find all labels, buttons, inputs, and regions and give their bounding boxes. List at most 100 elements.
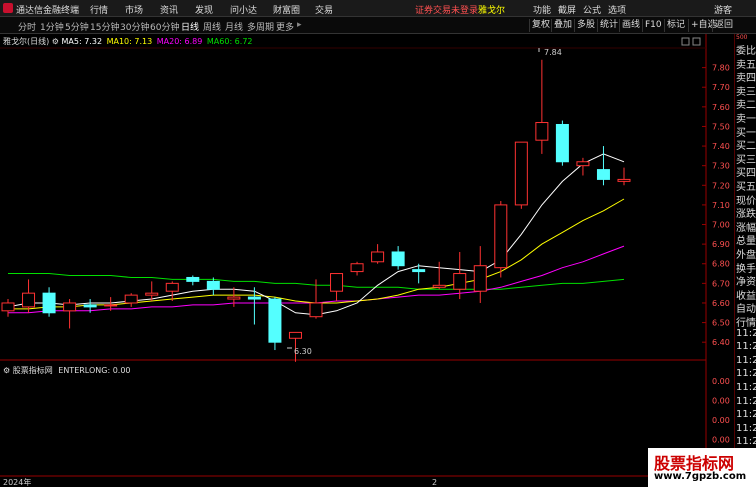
candle-body-down: [83, 304, 97, 308]
candle-body-up: [453, 273, 467, 290]
tool-back[interactable]: 返回: [712, 19, 735, 32]
login-status[interactable]: 证券交易未登录: [415, 3, 478, 16]
indicator-legend: ⚙ 股票指标网 ENTERLONG: 0.00: [3, 365, 131, 376]
more-chevron-icon[interactable]: ▸: [297, 20, 302, 30]
indicator-gear-icon[interactable]: ⚙: [3, 366, 10, 375]
y-tick-label: 6.40: [712, 338, 730, 347]
candle-body-up: [432, 284, 446, 288]
candle-body-up: [330, 273, 344, 292]
chart-corner-controls[interactable]: [681, 37, 701, 46]
candle-body-down: [555, 123, 569, 163]
period-30min[interactable]: 30分钟: [120, 20, 149, 33]
candle-body-up: [350, 263, 364, 273]
side-panel-tag: 500: [736, 34, 748, 41]
candle-body-down: [412, 269, 426, 273]
tool-stats[interactable]: 统计: [597, 19, 620, 32]
y-tick-label: 6.70: [712, 279, 730, 288]
period-monthly[interactable]: 月线: [225, 20, 243, 33]
period-60min[interactable]: 60分钟: [150, 20, 179, 33]
menu-ask[interactable]: 问小达: [230, 3, 257, 16]
side-panel-item: 11:29: [736, 327, 756, 339]
low-price-label: 6.30: [294, 347, 312, 356]
price-axis: 6.40 6.50 6.60 6.70 6.80 6.90 7.00 7.10 7.20 7.30…: [712, 64, 730, 348]
candle-body-down: [42, 292, 56, 314]
tool-mark[interactable]: 标记: [664, 19, 687, 32]
y-tick-label: 6.80: [712, 260, 730, 269]
period-intraday[interactable]: 分时: [18, 20, 36, 33]
side-panel-item: 11:29: [736, 422, 756, 434]
side-panel-item: 11:29: [736, 436, 756, 448]
menu-market[interactable]: 市场: [125, 3, 143, 16]
app-title: 通达信金融终端: [16, 6, 80, 16]
indicator-tick-label: 0.00: [712, 377, 730, 386]
tool-multi-stock[interactable]: 多股: [574, 19, 597, 32]
candle-body-down: [247, 296, 261, 300]
candle-body-up: [617, 178, 631, 182]
ma5-label: MA5: 7.32: [61, 37, 103, 46]
indicator-tick-label: 0.00: [712, 416, 730, 425]
app-logo-icon: [3, 3, 13, 13]
candle-body-up: [104, 304, 118, 307]
menu-screenshot[interactable]: 截屏: [558, 3, 576, 16]
y-tick-label: 7.50: [712, 122, 730, 131]
y-tick-label: 7.30: [712, 162, 730, 171]
period-5min[interactable]: 5分钟: [65, 20, 89, 33]
period-more[interactable]: 更多: [276, 20, 294, 33]
menu-news[interactable]: 资讯: [160, 3, 178, 16]
side-panel-item: 11:29: [736, 354, 756, 366]
tool-draw[interactable]: 画线: [619, 19, 642, 32]
y-tick-label: 6.60: [712, 299, 730, 308]
chart-axes: [0, 34, 734, 477]
x-axis-year: 2024年: [3, 477, 31, 487]
x-axis-month: 2: [432, 478, 437, 487]
candle-body-up: [535, 122, 549, 141]
candle-body-up: [145, 292, 159, 296]
user-guest[interactable]: 游客: [714, 3, 732, 16]
menu-formula[interactable]: 公式: [583, 3, 601, 16]
side-panel-item: 11:29: [736, 395, 756, 407]
tool-f10[interactable]: F10: [642, 19, 664, 32]
menu-function[interactable]: 功能: [533, 3, 551, 16]
period-weekly[interactable]: 周线: [203, 20, 221, 33]
candle-body-up: [63, 302, 77, 312]
y-tick-label: 7.60: [712, 103, 730, 112]
candle-body-down: [186, 276, 200, 282]
tool-overlay[interactable]: 叠加: [551, 19, 574, 32]
y-tick-label: 7.10: [712, 201, 730, 210]
candle-body-down: [596, 169, 610, 180]
y-gridlines: [702, 67, 706, 343]
candle-body-up: [473, 265, 487, 292]
candle-body-up: [165, 282, 179, 292]
candle-body-up: [514, 141, 528, 206]
candle-body-up: [309, 302, 323, 318]
maximize-icon[interactable]: [692, 37, 701, 46]
menu-wealth[interactable]: 财富圈: [273, 3, 300, 16]
candle-body-down: [268, 298, 282, 343]
candle-body-up: [494, 204, 508, 269]
period-multi[interactable]: 多周期: [247, 20, 274, 33]
y-tick-label: 7.00: [712, 221, 730, 230]
quote-side-panel: 500 委比 卖五 卖四 卖三 卖二 卖一 买一 买二 买三 买四 买五 现价 涨跌 涨幅 总量 外盘 换手 净资…: [734, 34, 756, 487]
watermark: 股票指标网 www.7gpzb.com: [648, 448, 756, 487]
candle-body-up: [1, 302, 15, 312]
kline-chart[interactable]: 6.40 6.50 6.60 6.70 6.80 6.90 7.00 7.10 7.20 7.30…: [0, 34, 756, 487]
menu-options[interactable]: 选项: [608, 3, 626, 16]
menu-trade[interactable]: 交易: [315, 3, 333, 16]
indicator-source: 股票指标网: [12, 366, 53, 375]
settings-icon[interactable]: [681, 37, 690, 46]
period-daily[interactable]: 日线: [181, 20, 199, 33]
candle-body-up: [576, 161, 590, 167]
side-panel-item: 11:29: [736, 341, 756, 353]
candle-body-up: [227, 296, 241, 300]
period-15min[interactable]: 15分钟: [90, 20, 119, 33]
menu-discover[interactable]: 发现: [195, 3, 213, 16]
y-tick-label: 6.50: [712, 319, 730, 328]
period-toolbar: 分时 1分钟 5分钟 15分钟 30分钟 60分钟 日线 周线 月线 多周期 更…: [0, 17, 756, 34]
period-1min[interactable]: 1分钟: [40, 20, 64, 33]
side-panel-item: 11:29: [736, 368, 756, 380]
tool-adjust[interactable]: 复权: [529, 19, 552, 32]
main-legend: 雅戈尔(日线) ⚙ MA5: 7.32 MA10: 7.13 MA20: 6.8…: [3, 37, 253, 46]
indicator-tick-label: 0.00: [712, 397, 730, 406]
menu-quotes[interactable]: 行情: [90, 3, 108, 16]
title-bar: 通达信金融终端 行情 市场 资讯 发现 问小达 财富圈 交易 证券交易未登录 雅…: [0, 0, 756, 17]
